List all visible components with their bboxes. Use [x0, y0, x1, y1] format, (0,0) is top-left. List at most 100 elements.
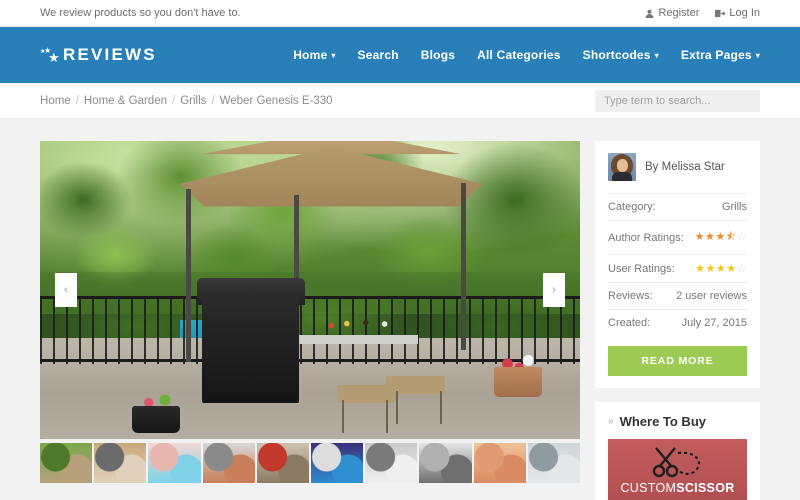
photo-grill-side-table [299, 334, 418, 344]
photo-planter [131, 406, 181, 434]
where-to-buy-title-label: Where To Buy [619, 414, 706, 429]
author-rating-stars: ★★★⯪☆ [694, 231, 747, 243]
top-utility-bar: We review products so you don't have to.… [0, 0, 800, 27]
promo-banner[interactable]: CUSTOMSCISSOR [608, 439, 747, 500]
product-image-slider[interactable]: ‹ › [40, 141, 580, 439]
nav-item-extra-pages-label: Extra Pages [680, 48, 752, 62]
breadcrumb-separator: / [75, 94, 79, 107]
where-to-buy-widget: » Where To Buy CUSTOMSCISSOR [595, 402, 760, 500]
breadcrumb-bar: Home / Home & Garden / Grills / Weber Ge… [0, 83, 800, 119]
nav-item-blogs[interactable]: Blogs [421, 48, 455, 62]
breadcrumb-separator: / [172, 94, 176, 107]
meta-label-category: Category: [608, 201, 656, 213]
nav-item-all-categories[interactable]: All Categories [477, 48, 561, 62]
breadcrumb-item-current: Weber Genesis E-330 [219, 94, 333, 107]
user-rating-stars: ★★★★☆ [695, 263, 747, 275]
nav-item-shortcodes-label: Shortcodes [582, 48, 651, 62]
nav-item-home-label: Home [293, 48, 328, 62]
logo-text: REVIEWS [63, 45, 157, 64]
photo-gazebo-post [185, 188, 191, 362]
scissors-icon [647, 445, 709, 482]
page-content: ‹ › By Melissa Star Category: Grills Aut… [0, 119, 800, 500]
photo-gazebo-post [461, 182, 467, 350]
breadcrumb: Home / Home & Garden / Grills / Weber Ge… [40, 95, 333, 107]
user-icon [645, 9, 654, 18]
chevron-right-icon: » [608, 416, 614, 427]
thumbnail-item[interactable] [40, 443, 93, 483]
chevron-down-icon: ▾ [331, 50, 336, 60]
thumbnail-strip [40, 443, 581, 483]
thumbnail-item[interactable] [311, 443, 364, 483]
main-column: ‹ › [40, 141, 581, 500]
product-photo [40, 141, 580, 439]
nav-item-extra-pages[interactable]: Extra Pages ▾ [681, 48, 760, 62]
breadcrumb-item-2[interactable]: Grills [180, 95, 206, 107]
avatar-face [617, 159, 628, 172]
thumbnail-item[interactable] [202, 443, 255, 483]
meta-label-author-ratings: Author Ratings: [608, 231, 684, 244]
logo-stars-icon: ★ ★ ★ [40, 46, 60, 65]
account-links: Register Log In [645, 7, 760, 19]
meta-row-reviews: Reviews: 2 user reviews [608, 282, 747, 309]
nav-item-search[interactable]: Search [358, 48, 399, 62]
nav-item-search-label: Search [357, 48, 399, 62]
breadcrumb-separator: / [211, 94, 215, 107]
sidebar: By Melissa Star Category: Grills Author … [595, 141, 760, 500]
promo-text-bold: SCISSOR [676, 481, 735, 495]
login-link-label: Log In [729, 7, 760, 19]
register-link-label: Register [658, 7, 700, 19]
chevron-down-icon: ▾ [654, 50, 659, 60]
slider-prev-button[interactable]: ‹ [55, 273, 77, 307]
chevron-down-icon: ▾ [755, 50, 760, 60]
author-byline: By Melissa Star [645, 161, 725, 173]
meta-label-created: Created: [608, 317, 651, 329]
meta-value-created: July 27, 2015 [681, 317, 747, 329]
nav-item-blogs-label: Blogs [420, 48, 456, 62]
thumbnail-item[interactable] [365, 443, 418, 483]
photo-fence-rail-top [40, 295, 580, 299]
promo-text-light: CUSTOM [620, 481, 677, 495]
promo-banner-text: CUSTOMSCISSOR [620, 481, 734, 495]
thumbnail-item[interactable] [527, 443, 581, 483]
register-link[interactable]: Register [645, 7, 699, 19]
breadcrumb-item-0[interactable]: Home [40, 95, 71, 107]
nav-item-all-categories-label: All Categories [477, 48, 561, 62]
nav-item-shortcodes[interactable]: Shortcodes ▾ [583, 48, 659, 62]
product-info-card: By Melissa Star Category: Grills Author … [595, 141, 760, 388]
search-input[interactable] [595, 89, 760, 112]
login-link[interactable]: Log In [715, 7, 760, 19]
thumbnail-item[interactable] [419, 443, 472, 483]
photo-condiment-bottles [320, 310, 408, 332]
meta-label-reviews: Reviews: [608, 290, 653, 302]
photo-planter [493, 367, 543, 398]
thumbnail-item[interactable] [256, 443, 310, 483]
photo-grill [202, 295, 300, 404]
site-tagline: We review products so you don't have to. [40, 7, 241, 19]
meta-label-user-ratings: User Ratings: [608, 262, 675, 275]
photo-stool-leg [396, 391, 399, 425]
slider-next-button[interactable]: › [543, 273, 565, 307]
thumbnail-item[interactable] [148, 443, 201, 483]
avatar [608, 153, 636, 181]
sign-in-icon [715, 9, 726, 18]
where-to-buy-title: » Where To Buy [608, 414, 747, 429]
meta-row-user-ratings: User Ratings: ★★★★☆ [608, 254, 747, 282]
author-row: By Melissa Star [608, 153, 747, 193]
photo-stool-leg [439, 391, 442, 425]
photo-stool [385, 376, 445, 395]
read-more-button[interactable]: READ MORE [608, 346, 747, 376]
meta-value-category: Grills [721, 201, 747, 213]
meta-value-reviews: 2 user reviews [676, 290, 747, 302]
thumbnail-item[interactable] [94, 443, 147, 483]
site-header: ★ ★ ★ REVIEWS Home ▾ Search Blogs All Ca… [0, 27, 800, 83]
meta-row-author-ratings: Author Ratings: ★★★⯪☆ [608, 220, 747, 254]
meta-row-category: Category: Grills [608, 193, 747, 220]
thumbnail-item[interactable] [473, 443, 526, 483]
nav-item-home[interactable]: Home ▾ [293, 48, 335, 62]
primary-navigation: Home ▾ Search Blogs All Categories Short… [293, 48, 760, 62]
photo-stool-leg [385, 400, 388, 434]
photo-stool-leg [342, 400, 345, 434]
breadcrumb-item-1[interactable]: Home & Garden [84, 95, 167, 107]
site-logo[interactable]: ★ ★ ★ REVIEWS [40, 45, 157, 65]
avatar-body [612, 172, 632, 181]
